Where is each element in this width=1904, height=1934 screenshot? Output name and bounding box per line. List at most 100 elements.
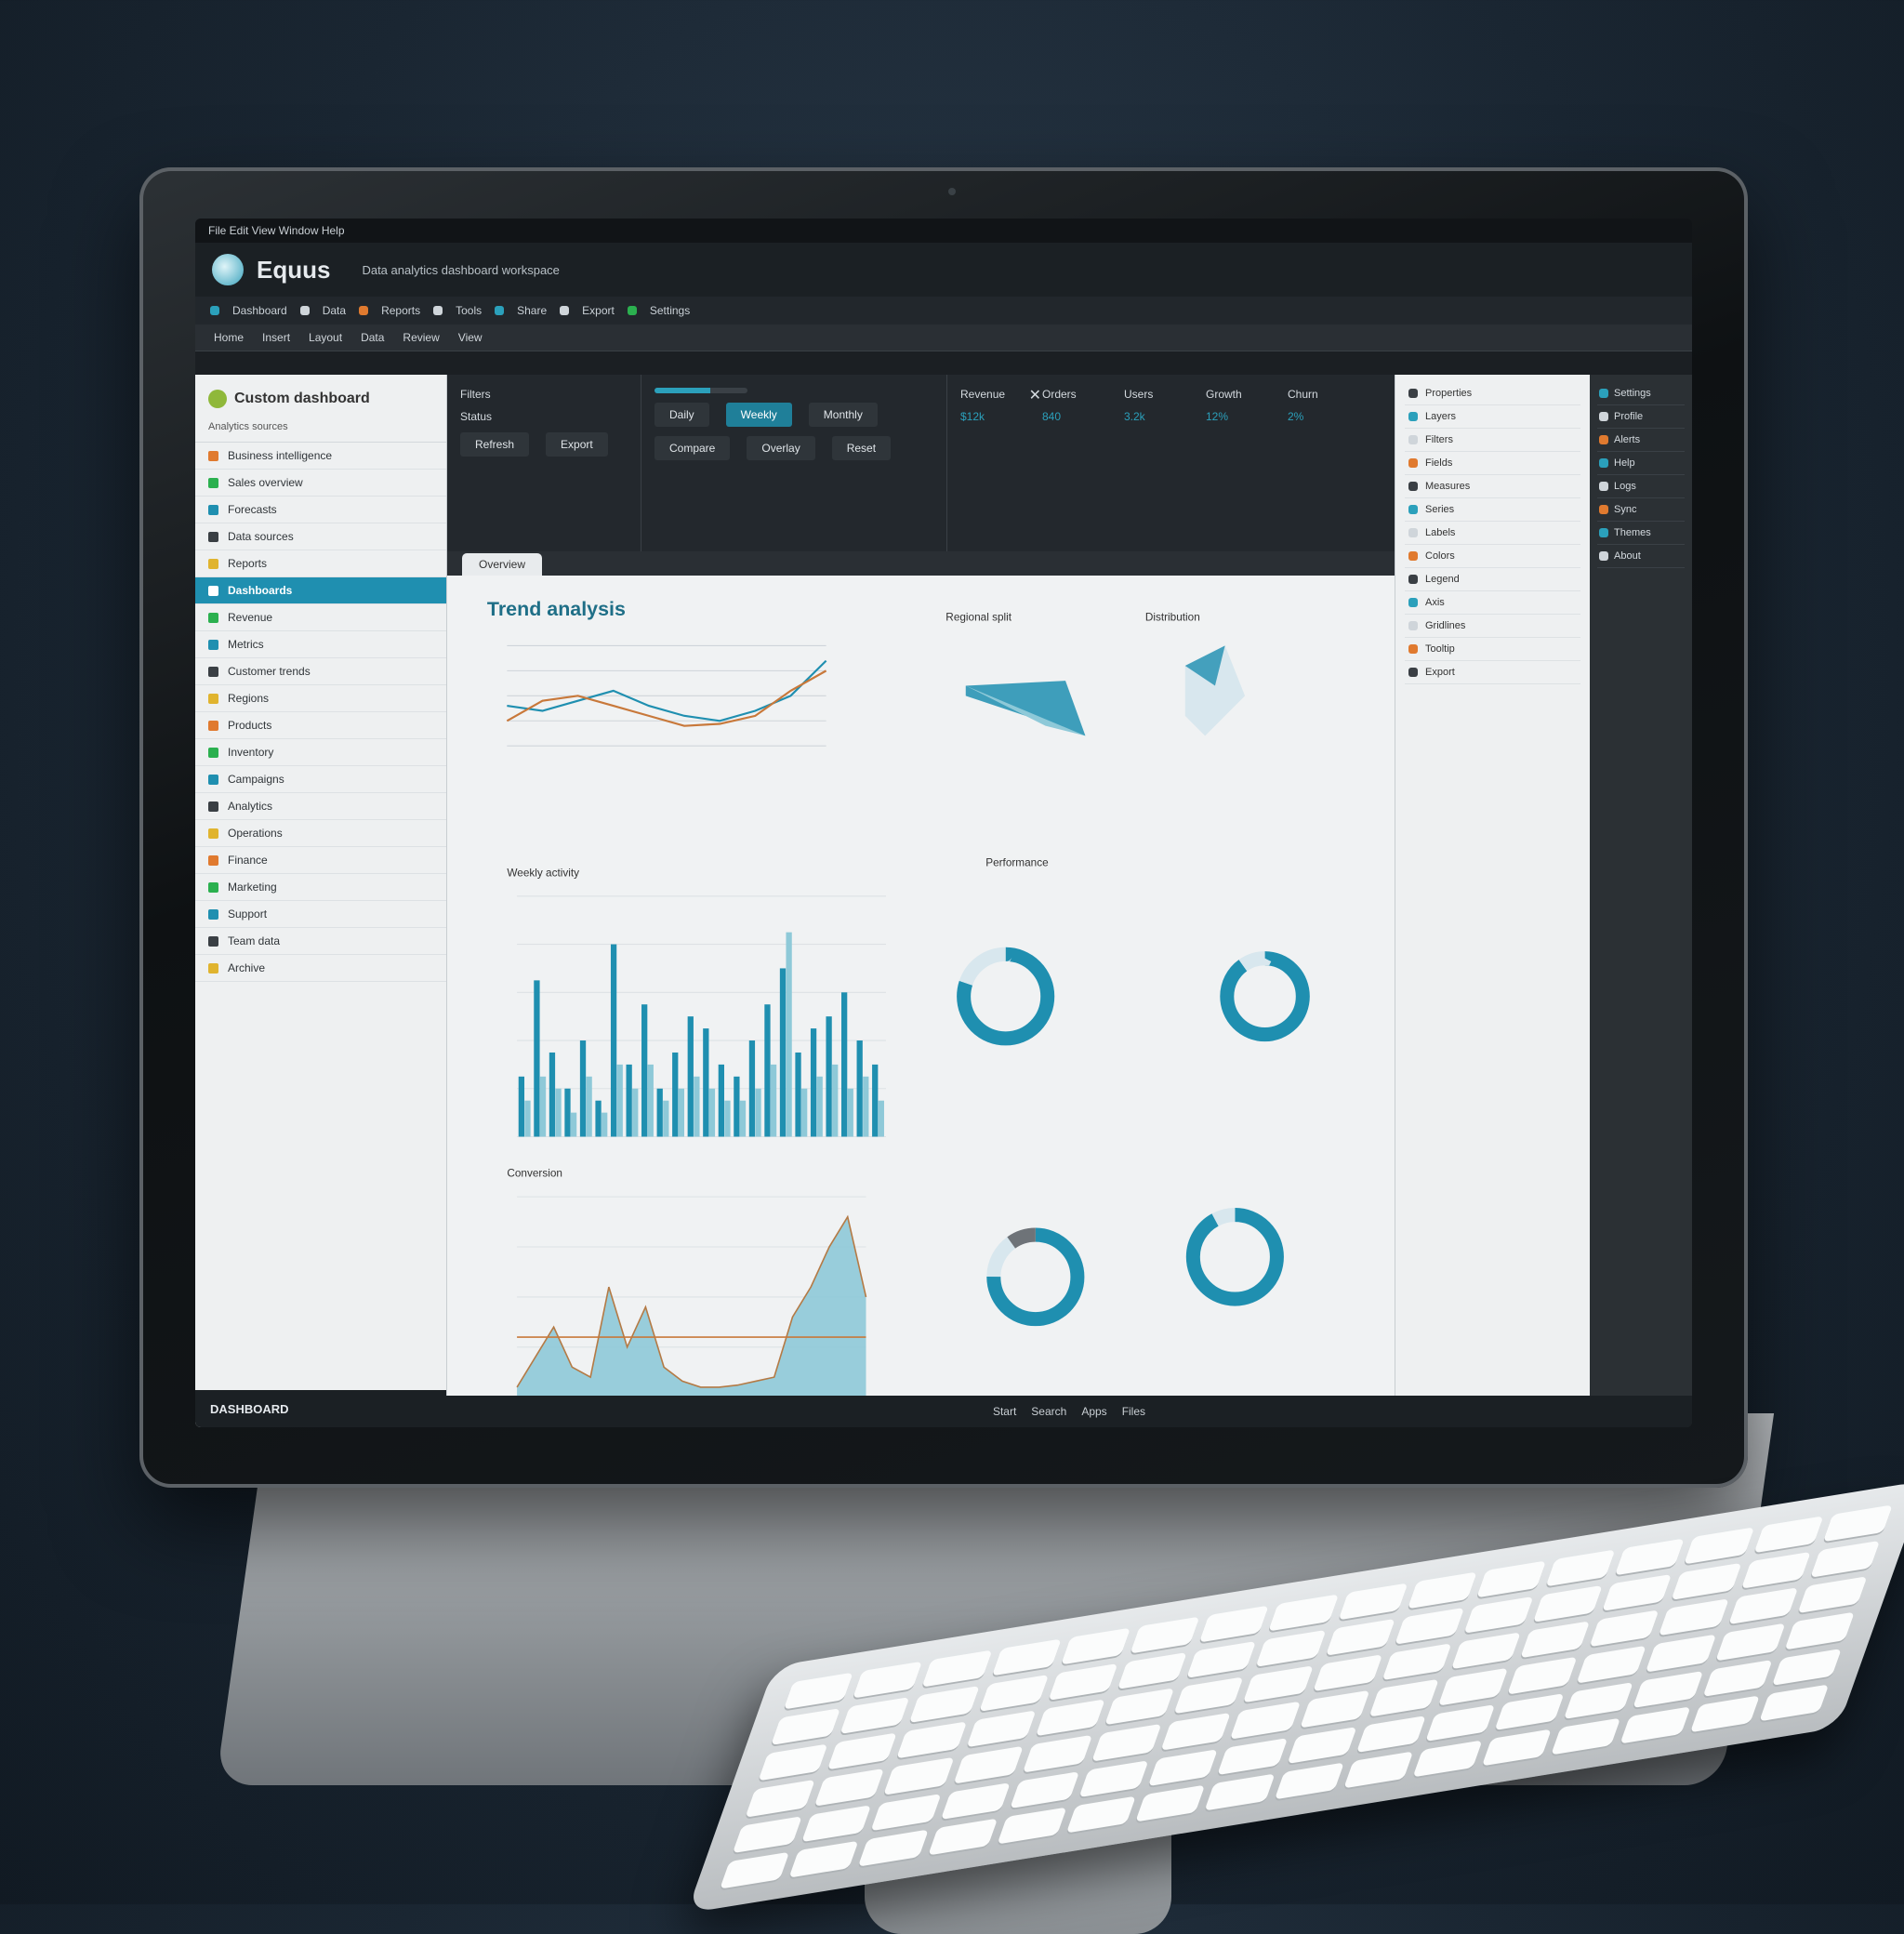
keyboard-key [1494, 1692, 1565, 1730]
tab-overview[interactable]: Overview [462, 553, 543, 576]
monthly-button[interactable]: Monthly [808, 403, 878, 427]
item-icon [208, 774, 218, 785]
refresh-button[interactable]: Refresh [460, 432, 530, 457]
compare-button[interactable]: Compare [654, 436, 731, 460]
property-item[interactable]: Axis [1405, 591, 1580, 615]
utility-item[interactable]: Sync [1597, 498, 1685, 522]
data-icon[interactable] [299, 306, 310, 315]
keyboard-key [1337, 1583, 1408, 1621]
sidebar-item[interactable]: Archive [195, 955, 446, 982]
sidebar-item[interactable]: Dashboards [195, 577, 446, 604]
property-item[interactable]: Colors [1405, 545, 1580, 568]
menu-item-view[interactable]: View [458, 331, 483, 344]
weekly-button[interactable]: Weekly [725, 403, 792, 427]
sidebar-item[interactable]: Metrics [195, 631, 446, 658]
menu-item-insert[interactable]: Insert [262, 331, 290, 344]
property-item[interactable]: Tooltip [1405, 638, 1580, 661]
property-item[interactable]: Series [1405, 498, 1580, 522]
sidebar-item[interactable]: Business intelligence [195, 443, 446, 470]
utility-icon [1599, 551, 1608, 561]
export-icon[interactable] [560, 306, 570, 315]
utility-item[interactable]: Themes [1597, 522, 1685, 545]
keyboard-key [1242, 1665, 1314, 1703]
toolbar-item[interactable]: Reports [381, 304, 420, 317]
utility-item[interactable]: Profile [1597, 405, 1685, 429]
sidebar-item-label: Data sources [228, 530, 294, 543]
keyboard-key [896, 1721, 967, 1759]
menu-item-home[interactable]: Home [214, 331, 244, 344]
property-item[interactable]: Measures [1405, 475, 1580, 498]
bar [694, 1076, 700, 1137]
utility-item[interactable]: Settings [1597, 382, 1685, 405]
sidebar-item[interactable]: Forecasts [195, 497, 446, 523]
system-menu-text[interactable]: File Edit View Window Help [208, 224, 345, 237]
keyboard-key [1355, 1715, 1426, 1753]
keyboard-key [1727, 1587, 1798, 1625]
keyboard-key [1551, 1717, 1621, 1755]
sidebar-item[interactable]: Data sources [195, 523, 446, 550]
dashboard-icon[interactable] [210, 306, 219, 315]
filter-group: Filters Status Refresh Export [447, 375, 641, 551]
toolbar-item[interactable]: Settings [650, 304, 690, 317]
toolbar-label[interactable]: Dashboard [232, 304, 287, 317]
keyboard-key [978, 1675, 1049, 1713]
toolbar-item[interactable]: Share [517, 304, 547, 317]
sidebar-item[interactable]: Operations [195, 820, 446, 847]
sidebar-item[interactable]: Marketing [195, 874, 446, 901]
sidebar-item[interactable]: Regions [195, 685, 446, 712]
system-menubar[interactable]: File Edit View Window Help [195, 219, 1692, 243]
toolbar-item[interactable]: Data [323, 304, 346, 317]
property-item[interactable]: Legend [1405, 568, 1580, 591]
sidebar-item[interactable]: Campaigns [195, 766, 446, 793]
sidebar-item[interactable]: Sales overview [195, 470, 446, 497]
taskbar-apps[interactable]: Apps [1081, 1405, 1106, 1418]
utility-item[interactable]: About [1597, 545, 1685, 568]
sidebar-item[interactable]: Analytics [195, 793, 446, 820]
property-icon [1408, 389, 1418, 398]
reports-icon[interactable] [359, 306, 369, 315]
utility-item[interactable]: Logs [1597, 475, 1685, 498]
keyboard-key [1130, 1616, 1200, 1654]
stat-value: 12% [1206, 410, 1229, 423]
sidebar-item[interactable]: Revenue [195, 604, 446, 631]
menu-item-data[interactable]: Data [361, 331, 384, 344]
property-item[interactable]: Fields [1405, 452, 1580, 475]
keyboard-key [720, 1851, 790, 1889]
property-item[interactable]: Export [1405, 661, 1580, 684]
export-button[interactable]: Export [546, 432, 608, 457]
toolbar-item[interactable]: Export [582, 304, 615, 317]
sidebar-item[interactable]: Reports [195, 550, 446, 577]
utility-item[interactable]: Help [1597, 452, 1685, 475]
reset-button[interactable]: Reset [831, 436, 892, 460]
property-item[interactable]: Properties [1405, 382, 1580, 405]
sidebar-item[interactable]: Team data [195, 928, 446, 955]
share-icon[interactable] [495, 306, 505, 315]
daily-button[interactable]: Daily [654, 403, 709, 427]
property-icon [1408, 505, 1418, 514]
toolbar-item[interactable]: Tools [456, 304, 482, 317]
overlay-button[interactable]: Overlay [747, 436, 815, 460]
menu-item-layout[interactable]: Layout [309, 331, 342, 344]
tools-icon[interactable] [433, 306, 443, 315]
keyboard-key [1797, 1576, 1868, 1614]
taskbar-search[interactable]: Search [1031, 1405, 1066, 1418]
settings-icon[interactable] [627, 306, 637, 315]
property-item[interactable]: Gridlines [1405, 615, 1580, 638]
property-label: Properties [1425, 388, 1473, 399]
close-icon[interactable]: ✕ [1029, 386, 1041, 404]
keyboard-key [1475, 1560, 1547, 1598]
utility-item[interactable]: Alerts [1597, 429, 1685, 452]
menu-item-review[interactable]: Review [403, 331, 439, 344]
property-item[interactable]: Layers [1405, 405, 1580, 429]
sidebar-item[interactable]: Customer trends [195, 658, 446, 685]
sidebar-item[interactable]: Finance [195, 847, 446, 874]
taskbar-files[interactable]: Files [1122, 1405, 1145, 1418]
monitor-bezel: File Edit View Window Help Equus Data an… [139, 167, 1748, 1488]
sidebar-item[interactable]: Products [195, 712, 446, 739]
property-item[interactable]: Labels [1405, 522, 1580, 545]
keyboard-key [1437, 1668, 1509, 1706]
property-item[interactable]: Filters [1405, 429, 1580, 452]
taskbar-start[interactable]: Start [993, 1405, 1016, 1418]
sidebar-item[interactable]: Support [195, 901, 446, 928]
sidebar-item[interactable]: Inventory [195, 739, 446, 766]
